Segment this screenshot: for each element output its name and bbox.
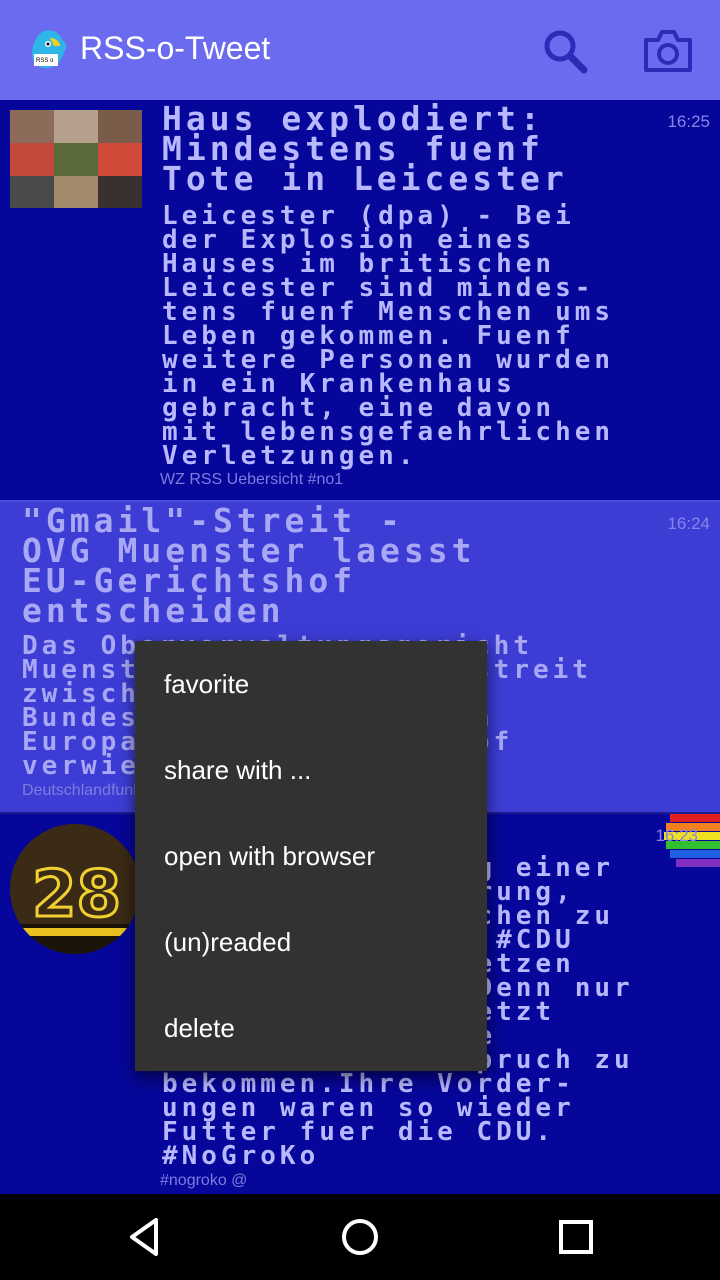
search-icon[interactable] [540, 26, 592, 76]
item-time: 16:25 [667, 112, 710, 131]
rss-parrot-logo-icon: RSS o [28, 28, 70, 72]
menu-item-delete[interactable]: delete [135, 985, 487, 1071]
back-triangle-icon[interactable] [120, 1212, 170, 1262]
app-title: RSS-o-Tweet [80, 30, 271, 66]
menu-item-share[interactable]: share with ... [135, 727, 487, 813]
feed-item[interactable]: Haus explodiert: Mindestens fuenf Tote i… [0, 100, 720, 500]
menu-item-open-browser[interactable]: open with browser [135, 813, 487, 899]
home-circle-icon[interactable] [335, 1212, 385, 1262]
svg-text:28: 28 [32, 858, 121, 932]
camera-icon[interactable] [642, 28, 694, 74]
item-body: Leicester (dpa) - Bei der Explosion eine… [162, 201, 615, 471]
item-time: 16:24 [667, 514, 710, 533]
news-photo-thumbnail [10, 110, 142, 208]
menu-item-toggle-read[interactable]: (un)readed [135, 899, 487, 985]
item-title: "Gmail"-Streit - OVG Muenster laesst EU-… [22, 502, 476, 630]
menu-item-favorite[interactable]: favorite [135, 641, 487, 727]
navigation-bar [0, 1194, 720, 1280]
svg-text:RSS o: RSS o [36, 58, 54, 64]
number-28-avatar: 28 [10, 824, 140, 954]
context-menu: favorite share with ... open with browse… [135, 641, 487, 1071]
item-source: WZ RSS Uebersicht #no1 [160, 471, 344, 488]
item-source: Deutschlandfunk [22, 782, 142, 799]
item-title: Haus explodiert: Mindestens fuenf Tote i… [162, 100, 568, 198]
item-source: #nogroko @ [160, 1172, 248, 1189]
app-bar: RSS o RSS-o-Tweet [0, 0, 720, 100]
item-time: 16:23 [655, 826, 698, 845]
recents-square-icon[interactable] [551, 1212, 601, 1262]
